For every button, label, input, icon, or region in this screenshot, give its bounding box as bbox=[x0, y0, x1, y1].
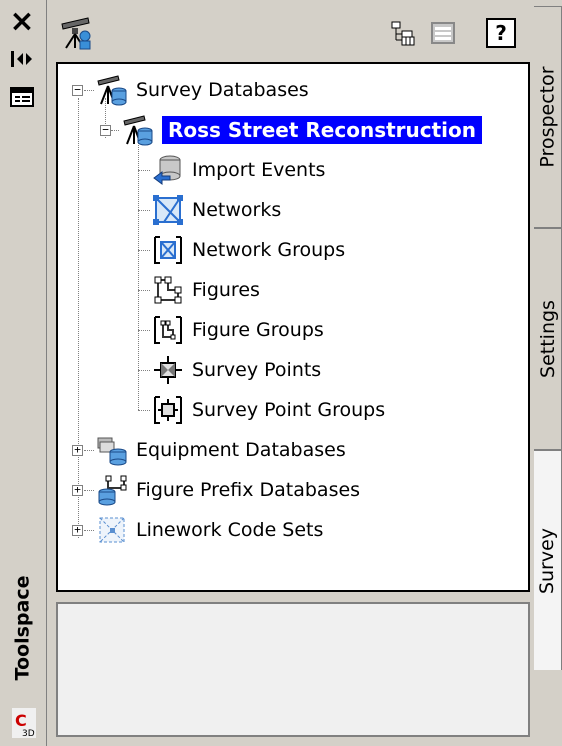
tree-node-figure-prefix-databases[interactable]: Figure Prefix Databases bbox=[96, 472, 360, 508]
tree-expand-toggle[interactable]: + bbox=[72, 444, 83, 456]
tree-node-label: Linework Code Sets bbox=[136, 519, 324, 541]
survey-point-groups-icon bbox=[154, 396, 182, 424]
tree-connector bbox=[78, 98, 79, 538]
tree-node-label: Figure Prefix Databases bbox=[136, 479, 361, 501]
tree-node-networks[interactable]: Networks bbox=[152, 192, 281, 228]
survey-database-icon bbox=[123, 115, 153, 146]
help-button-label: ? bbox=[495, 21, 507, 45]
tree-connector bbox=[138, 210, 150, 211]
tree-node-label: Figure Groups bbox=[192, 319, 324, 341]
toggle-tree-view-icon[interactable] bbox=[388, 18, 418, 48]
item-description-pane bbox=[56, 602, 530, 737]
tree-collapse-toggle[interactable]: − bbox=[72, 84, 83, 96]
svg-text:3D: 3D bbox=[22, 729, 35, 739]
tree-node-label: Survey Points bbox=[192, 359, 322, 381]
tree-connector bbox=[138, 370, 150, 371]
linework-code-sets-icon bbox=[99, 517, 125, 543]
tree-node-survey-point-groups[interactable]: Survey Point Groups bbox=[152, 392, 385, 428]
palette-title-text: Toolspace bbox=[11, 575, 33, 680]
tree-connector bbox=[84, 450, 94, 451]
network-groups-icon bbox=[154, 236, 182, 264]
tree-expand-toggle[interactable]: + bbox=[72, 484, 83, 496]
tree-connector bbox=[138, 290, 150, 291]
tree-node-label: Survey Point Groups bbox=[192, 399, 386, 421]
tree-node-label: Equipment Databases bbox=[136, 439, 346, 461]
civil-3d-logo-icon: C 3D bbox=[12, 706, 36, 740]
tree-expand-toggle[interactable]: + bbox=[72, 524, 83, 536]
close-icon[interactable]: × bbox=[8, 7, 36, 37]
tree-node-import-events[interactable]: Import Events bbox=[152, 152, 325, 188]
tree-node-label: Ross Street Reconstruction bbox=[162, 116, 483, 144]
equipment-databases-icon bbox=[97, 437, 127, 466]
tree-connector bbox=[138, 250, 150, 251]
tree-node-figures[interactable]: Figures bbox=[152, 272, 260, 308]
tree-connector bbox=[138, 330, 150, 331]
tree-node-label: Network Groups bbox=[192, 239, 346, 261]
svg-text:C: C bbox=[15, 711, 27, 730]
survey-tree-view[interactable]: − Survey Databases − Ross Street Reconst… bbox=[56, 62, 530, 592]
tab-label: Settings bbox=[536, 300, 559, 378]
tree-connector bbox=[84, 90, 94, 91]
tree-node-survey-points[interactable]: Survey Points bbox=[152, 352, 321, 388]
auto-hide-icon[interactable] bbox=[8, 46, 36, 72]
tree-connector bbox=[138, 170, 150, 171]
tree-connector bbox=[138, 410, 150, 411]
tree-node-equipment-databases[interactable]: Equipment Databases bbox=[96, 432, 346, 468]
tree-node-figure-groups[interactable]: Figure Groups bbox=[152, 312, 324, 348]
tree-node-ross-street-reconstruction[interactable]: Ross Street Reconstruction bbox=[122, 112, 483, 148]
tree-connector bbox=[84, 530, 94, 531]
tree-node-label: Networks bbox=[192, 199, 282, 221]
networks-icon bbox=[153, 195, 183, 225]
survey-points-icon bbox=[154, 356, 182, 384]
help-button[interactable]: ? bbox=[486, 18, 516, 48]
import-events-icon bbox=[153, 155, 181, 185]
tab-settings[interactable]: Settings bbox=[534, 228, 562, 450]
tab-survey[interactable]: Survey bbox=[534, 450, 562, 670]
properties-icon[interactable] bbox=[10, 86, 34, 108]
survey-databases-icon bbox=[97, 75, 127, 106]
tree-node-linework-code-sets[interactable]: Linework Code Sets bbox=[96, 512, 323, 548]
palette-title: Toolspace bbox=[2, 560, 42, 695]
tab-label: Survey bbox=[536, 527, 559, 594]
tree-connector bbox=[111, 130, 119, 131]
tree-collapse-toggle[interactable]: − bbox=[100, 124, 111, 136]
tree-node-survey-databases[interactable]: Survey Databases bbox=[96, 72, 309, 108]
figure-groups-icon bbox=[154, 316, 182, 344]
tree-node-label: Survey Databases bbox=[136, 79, 309, 101]
tab-prospector[interactable]: Prospector bbox=[534, 6, 562, 228]
figures-icon bbox=[154, 276, 182, 304]
survey-toolbar-icon[interactable] bbox=[58, 14, 96, 52]
item-view-icon[interactable] bbox=[428, 18, 458, 48]
tree-connector bbox=[84, 490, 94, 491]
tab-label: Prospector bbox=[536, 66, 559, 168]
tree-node-label: Import Events bbox=[192, 159, 326, 181]
tree-node-label: Figures bbox=[192, 279, 260, 301]
tree-node-network-groups[interactable]: Network Groups bbox=[152, 232, 345, 268]
figure-prefix-databases-icon bbox=[98, 475, 127, 506]
